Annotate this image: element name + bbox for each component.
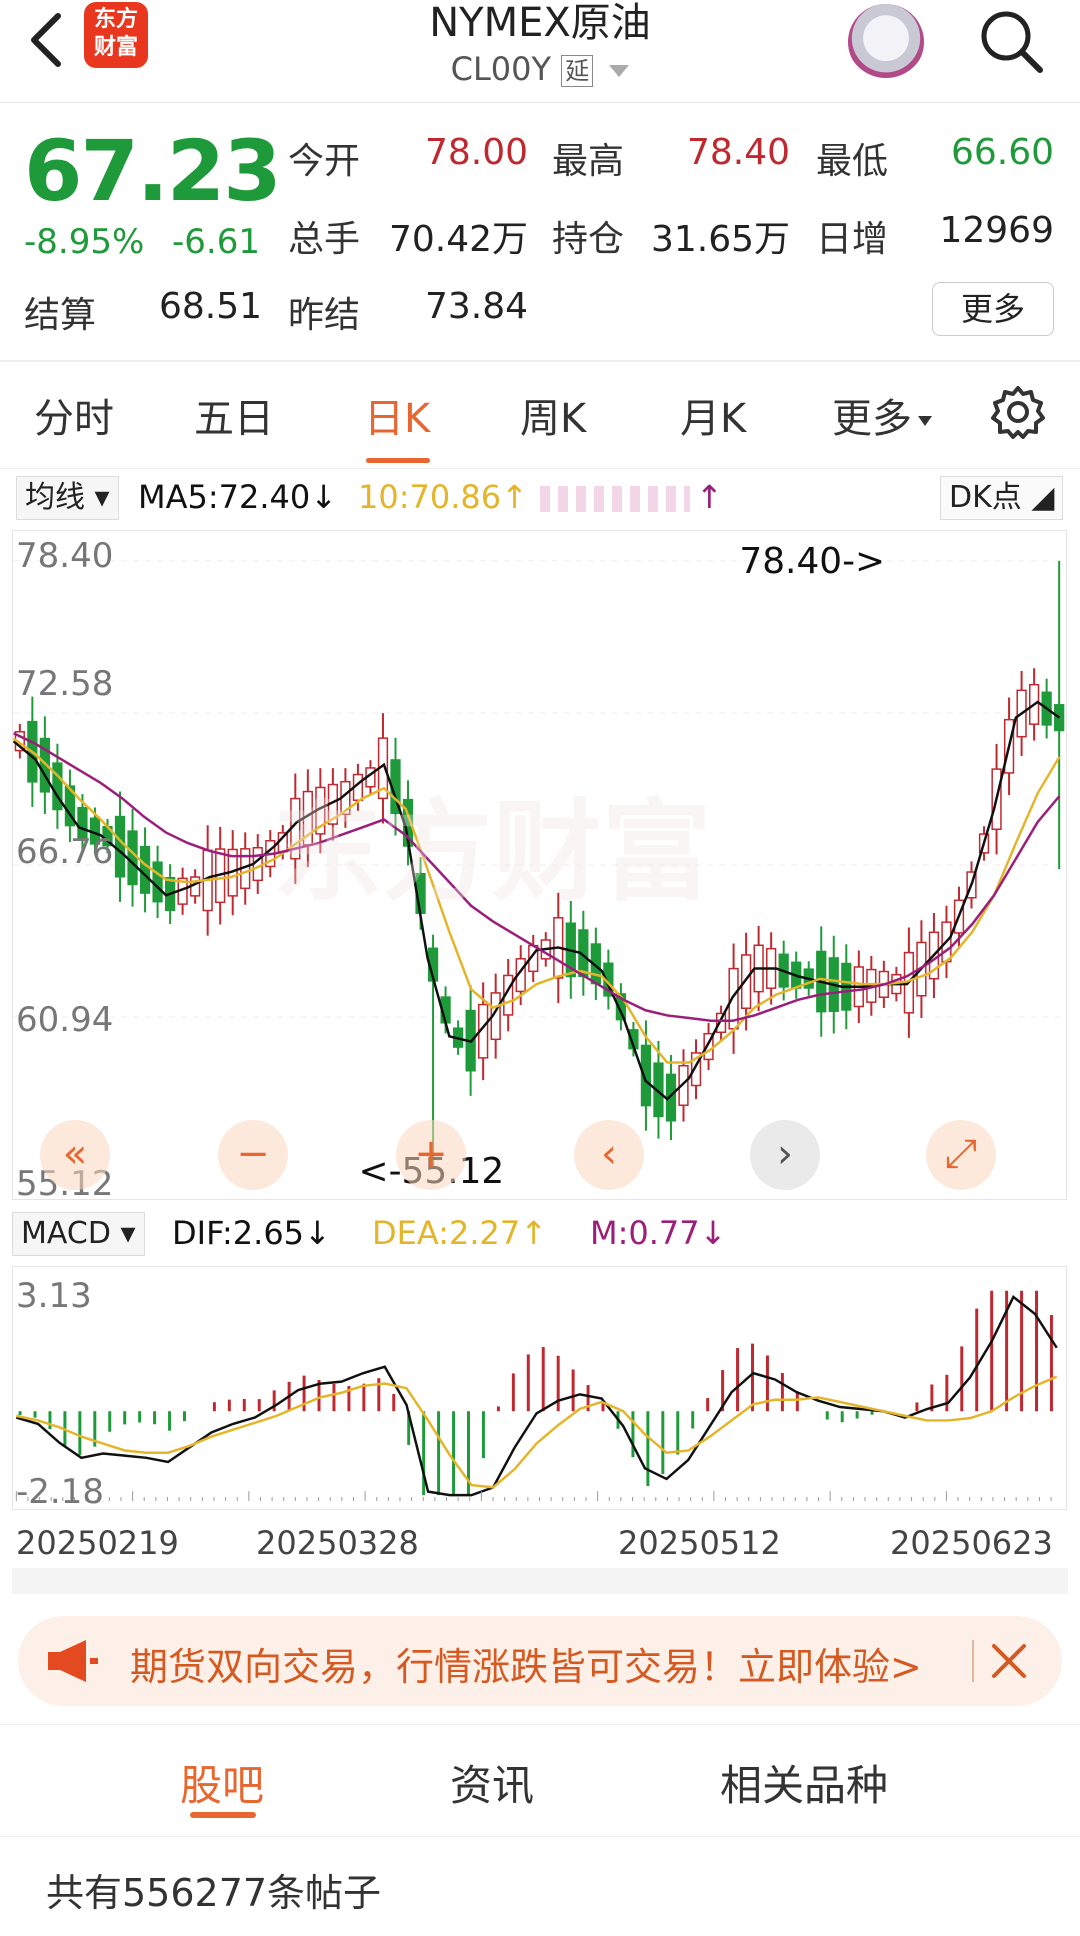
candle-body [139, 845, 151, 894]
x-axis-label: 20250623 [890, 1524, 1053, 1562]
divider [0, 468, 1080, 469]
fullscreen-icon[interactable]: ⤢ [926, 1120, 996, 1190]
ma10-value: 10:70.86↑ [358, 478, 528, 516]
candle-body [114, 815, 126, 878]
macd-lines [15, 1295, 1058, 1502]
back-arrow-icon[interactable] [22, 8, 72, 72]
tab-monthly-k[interactable]: 月K [680, 386, 746, 444]
macd-dropdown[interactable]: MACD ▾ [12, 1212, 145, 1256]
zoom-out-button[interactable]: − [218, 1120, 288, 1190]
dk-point-button[interactable]: DK点 ◢ [940, 476, 1064, 520]
assistant-avatar[interactable] [848, 4, 924, 80]
megaphone-icon [48, 1640, 98, 1682]
ma20-trend-arrow: ↑ [696, 478, 723, 516]
prev-settle-value: 73.84 [424, 286, 528, 327]
y-axis-label: 60.94 [16, 1000, 114, 1040]
change-percent: -8.95% [24, 222, 145, 262]
daily-increase-label: 日增 [816, 219, 889, 260]
tab-guba[interactable]: 股吧 [180, 1752, 264, 1813]
tab-more-label: 更多 [832, 396, 912, 442]
settle-value: 68.51 [158, 286, 262, 327]
m-value: M:0.77↓ [590, 1214, 727, 1252]
volume-label: 总手 [288, 219, 361, 260]
low-value: 66.60 [950, 132, 1054, 173]
open-label: 今开 [288, 141, 361, 182]
chevron-down-icon [918, 416, 932, 426]
tab-five-day[interactable]: 五日 [194, 386, 274, 444]
app-logo: 东方 财富 [84, 2, 148, 68]
contract-code-selector[interactable]: CL00Y 延 [420, 50, 660, 88]
tab-weekly-k[interactable]: 周K [520, 386, 586, 444]
x-axis-label: 20250328 [256, 1524, 419, 1562]
macd-chart [12, 1266, 1067, 1510]
change-amount: -6.61 [172, 222, 260, 262]
banner-separator [972, 1640, 974, 1682]
ma-dropdown[interactable]: 均线 ▾ [16, 476, 119, 520]
candle-body [127, 830, 138, 886]
next-button[interactable]: › [750, 1120, 820, 1190]
watermark: 东方财富 [273, 788, 712, 916]
zoom-in-button[interactable]: + [396, 1120, 466, 1190]
macd-y-label: 3.13 [16, 1276, 92, 1316]
dk-point-label: DK点 [949, 480, 1022, 515]
previous-button[interactable]: ‹ [574, 1120, 644, 1190]
tab-daily-k[interactable]: 日K [364, 386, 430, 444]
y-axis-label: 78.40 [16, 536, 114, 576]
page-title: NYMEX原油 [429, 0, 651, 46]
open-interest-value: 31.65万 [650, 219, 790, 260]
x-axis-label: 20250512 [618, 1524, 781, 1562]
ma20-value-blurred [540, 486, 690, 512]
high-marker: 78.40-> [739, 541, 885, 582]
dea-value: DEA:2.27↑ [372, 1214, 548, 1252]
y-axis-label: 72.58 [16, 664, 114, 704]
search-icon[interactable] [976, 6, 1046, 76]
x-axis-label: 20250219 [16, 1524, 179, 1562]
quote-more-button[interactable]: 更多 [932, 282, 1054, 336]
promo-banner-text[interactable]: 期货双向交易，行情涨跌皆可交易！立即体验> [130, 1636, 922, 1691]
contract-code: CL00Y [450, 50, 552, 88]
prev-settle-label: 昨结 [288, 295, 361, 336]
dea-line [16, 1375, 1058, 1489]
close-icon[interactable] [984, 1636, 1034, 1686]
macd-y-label: -2.18 [16, 1472, 104, 1512]
rewind-button[interactable]: « [40, 1120, 110, 1190]
high-label: 最高 [552, 141, 625, 182]
tab-more[interactable]: 更多 [832, 386, 932, 444]
active-tab-underline [366, 458, 430, 463]
active-tab-underline [190, 1812, 256, 1818]
delay-badge: 延 [561, 55, 594, 87]
daily-increase-value: 12969 [939, 210, 1054, 251]
settle-label: 结算 [24, 295, 97, 336]
gear-icon[interactable] [988, 382, 1048, 442]
open-value: 78.00 [424, 132, 528, 173]
ma-dropdown-label: 均线 [25, 480, 85, 515]
chart-footer-strip [12, 1568, 1068, 1594]
candlestick-chart[interactable]: 78.40-> <-55.12 东方财富 [12, 530, 1067, 1200]
volume-value: 70.42万 [388, 219, 528, 260]
high-value: 78.40 [686, 132, 790, 173]
tab-intraday[interactable]: 分时 [34, 386, 114, 444]
y-axis-label: 66.76 [16, 832, 114, 872]
chevron-down-icon [609, 65, 630, 77]
tab-news[interactable]: 资讯 [450, 1752, 534, 1813]
divider [0, 1836, 1080, 1837]
divider [0, 1724, 1080, 1725]
macd-dropdown-label: MACD [21, 1216, 111, 1251]
macd-bars [18, 1290, 1053, 1496]
low-label: 最低 [816, 141, 889, 182]
posts-count: 共有556277条帖子 [46, 1871, 382, 1915]
ma5-value: MA5:72.40↓ [138, 478, 338, 516]
divider [0, 360, 1080, 362]
dif-value: DIF:2.65↓ [172, 1214, 331, 1252]
open-interest-label: 持仓 [552, 219, 625, 260]
candle-body [152, 861, 163, 903]
dif-line [15, 1295, 1058, 1497]
last-price: 67.23 [24, 122, 282, 220]
tab-related-products[interactable]: 相关品种 [720, 1752, 888, 1813]
